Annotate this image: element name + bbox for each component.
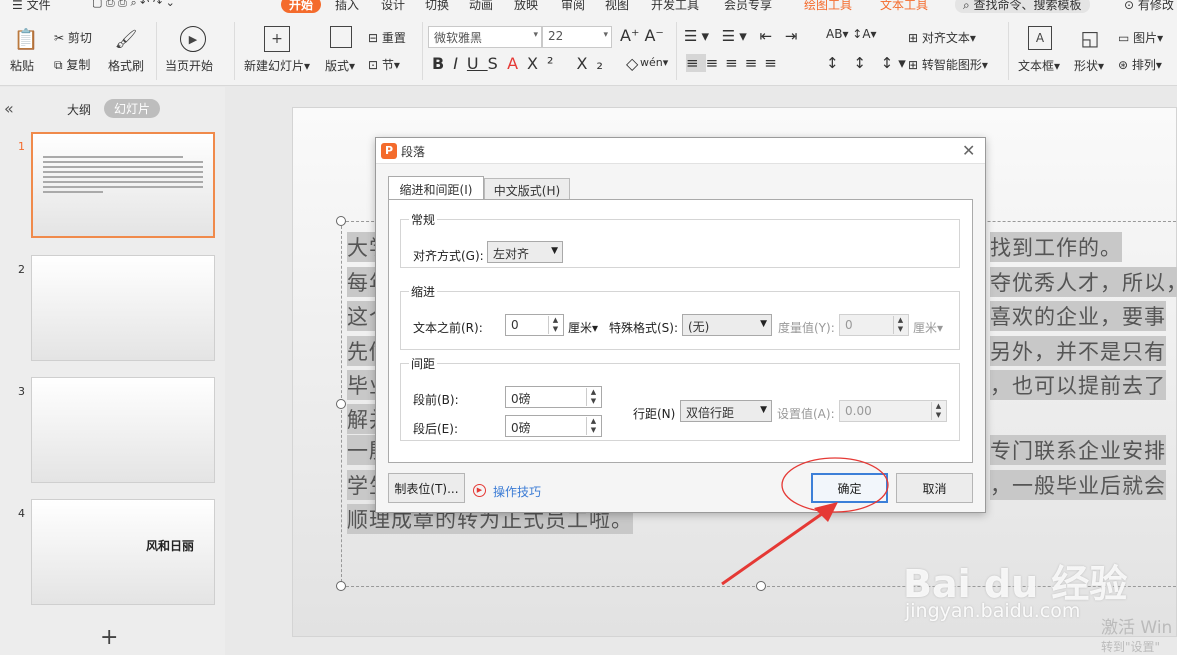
annotation-overlay (721, 457, 889, 586)
pointer-arrow-line (721, 509, 827, 586)
